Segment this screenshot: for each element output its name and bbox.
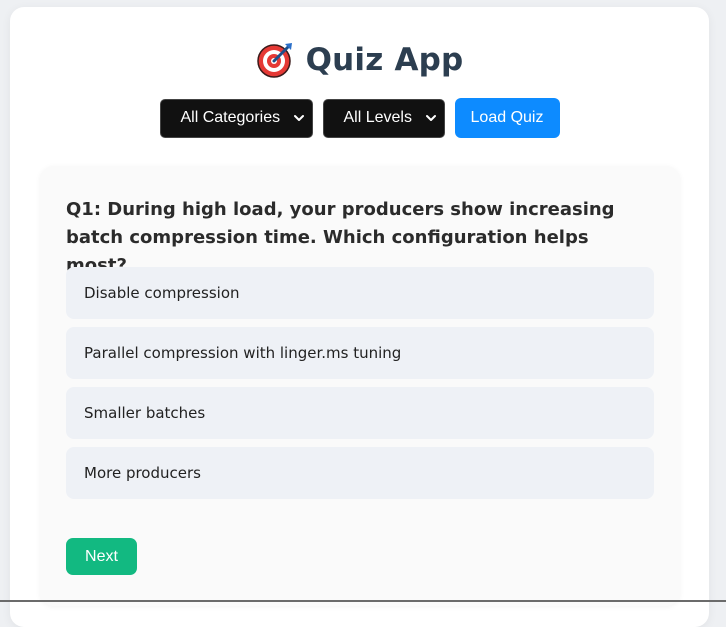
chevron-down-icon — [293, 115, 304, 121]
category-select[interactable]: All Categories — [159, 98, 313, 138]
next-button[interactable]: Next — [66, 538, 137, 575]
chevron-down-icon — [425, 115, 436, 121]
answer-option[interactable]: More producers — [66, 447, 654, 499]
level-select[interactable]: All Levels — [322, 98, 445, 138]
quiz-panel: Q1: During high load, your producers sho… — [40, 166, 680, 606]
app-header: Quiz App — [10, 41, 709, 79]
app-card: Quiz App All Categories All Levels Load … — [10, 7, 709, 627]
quiz-controls: All Categories All Levels Load Quiz — [10, 98, 709, 138]
answer-option[interactable]: Disable compression — [66, 267, 654, 319]
category-select-value: All Categories — [180, 109, 281, 126]
app-title: Quiz App — [305, 42, 464, 78]
answer-option[interactable]: Parallel compression with linger.ms tuni… — [66, 327, 654, 379]
level-select-value: All Levels — [343, 109, 412, 126]
answer-options: Disable compression Parallel compression… — [66, 267, 654, 507]
answer-option[interactable]: Smaller batches — [66, 387, 654, 439]
target-dart-icon — [256, 43, 292, 78]
load-quiz-button[interactable]: Load Quiz — [454, 98, 560, 138]
